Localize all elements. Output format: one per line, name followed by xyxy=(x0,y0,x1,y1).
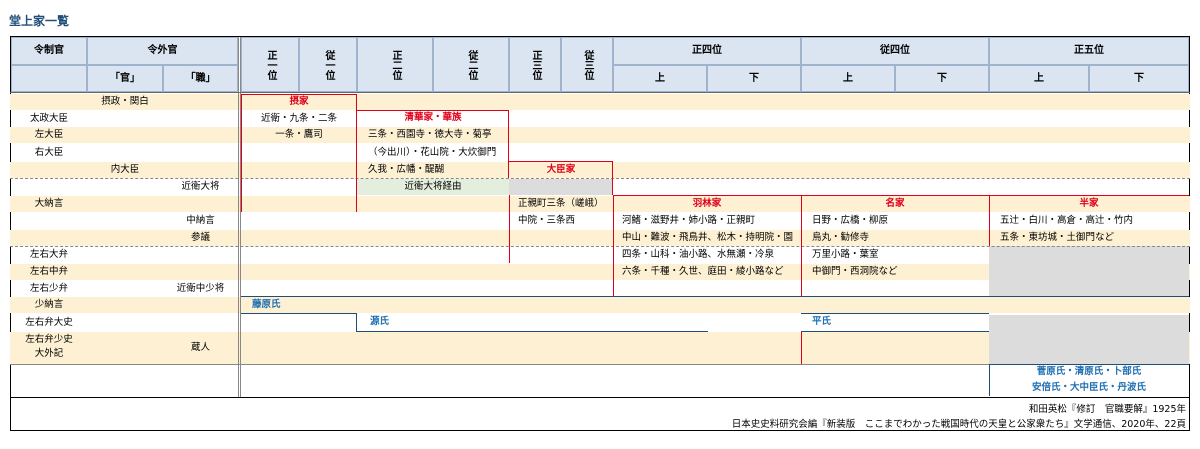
family-seiga-3: 久我・広幡・醍醐 xyxy=(368,164,445,175)
frame-bottom xyxy=(10,430,1190,431)
header-sho5-jo: 上 xyxy=(989,65,1089,92)
taira-line-bottom xyxy=(801,331,989,332)
fujiwara-line-top xyxy=(241,296,1189,297)
group-minamoto: 源氏 xyxy=(370,316,390,327)
header-sho4: 正四位 xyxy=(613,37,801,65)
source-note-2: 日本史史料研究会編『新装版 ここまでわかった戦国時代の天皇と公家衆たち』文学通信… xyxy=(731,419,1186,430)
group-meika: 名家 xyxy=(885,198,905,209)
family-daijin-2: 中院・三条西 xyxy=(518,215,576,226)
group-fujiwara: 藤原氏 xyxy=(252,299,281,310)
meika-lower-left xyxy=(801,331,802,364)
gray-area-hanke xyxy=(989,246,1189,296)
header-ryoseikan: 令制官 xyxy=(11,37,87,65)
daijin-box-left xyxy=(509,195,510,263)
family-hanke-2: 五条・東坊城・土御門など xyxy=(1000,232,1115,243)
group-others-1: 菅原氏・清原氏・卜部氏 xyxy=(1036,366,1142,377)
family-urin-1: 河鰭・滋野井・姉小路・正親町 xyxy=(622,215,756,226)
row-band xyxy=(10,127,1190,143)
label-chunagon: 中納言 xyxy=(186,215,215,226)
header-ju4: 従四位 xyxy=(801,37,989,65)
header-kan: 「官」 xyxy=(87,65,163,92)
minamoto-line-bottom xyxy=(356,331,708,332)
row-band xyxy=(10,94,1190,110)
header-ju2: 従二位 xyxy=(433,37,509,92)
gray-area-daijin xyxy=(509,179,613,195)
group-others-2: 安倍氏・大中臣氏・丹波氏 xyxy=(1031,382,1146,393)
label-dainagon: 大納言 xyxy=(34,198,64,209)
group-hanke: 半家 xyxy=(1079,198,1099,209)
group-sekke: 摂家 xyxy=(289,96,309,107)
family-seiga-1: 三条・西園寺・徳大寺・菊亭 xyxy=(368,129,492,140)
family-daijin-1: 正親町三条（嵯峨） xyxy=(518,198,604,209)
header-bottom-line xyxy=(10,92,1190,93)
header-shoku: 「職」 xyxy=(163,65,238,92)
group-taira: 平氏 xyxy=(812,316,832,327)
dashed-separator xyxy=(10,246,1190,247)
family-hanke-1: 五辻・白川・高倉・高辻・竹内 xyxy=(1000,215,1134,226)
label-konoe-chushosho: 近衛中少将 xyxy=(176,283,225,294)
fujiwara-line-bottom xyxy=(241,313,357,314)
family-taisho: 近衛大将経由 xyxy=(404,181,462,192)
family-meika-3: 万里小路・葉室 xyxy=(812,249,879,260)
label-dajo-daijin: 太政大臣 xyxy=(29,113,68,124)
label-daishi: 左右弁大史 xyxy=(25,317,73,328)
header-ju4-jo: 上 xyxy=(801,65,895,92)
header-sho4-jo: 上 xyxy=(613,65,707,92)
label-kurodo: 蔵人 xyxy=(190,342,210,353)
lower-row-line xyxy=(10,364,989,365)
family-urin-4: 六条・千種・久世、庭田・綾小路など xyxy=(622,266,784,277)
header-sho3: 正三位 xyxy=(509,37,561,92)
group-daijin: 大臣家 xyxy=(546,164,576,175)
header-ju1: 従一位 xyxy=(299,37,357,92)
header-sho4-ge: 下 xyxy=(707,65,801,92)
label-sadaijin: 左大臣 xyxy=(34,129,64,140)
family-sekke-1: 近衛・九条・二条 xyxy=(260,113,337,124)
family-urin-3: 四条・山科・油小路、水無瀬・冷泉 xyxy=(622,249,775,260)
header-ryogekan: 令外官 xyxy=(87,37,238,65)
family-sekke-2: 一条・鷹司 xyxy=(275,129,323,140)
label-sayu-chuben: 左右中弁 xyxy=(29,266,68,277)
label-sessho-kampaku: 摂政・関白 xyxy=(101,96,149,107)
family-meika-1: 日野・広橋・柳原 xyxy=(812,215,889,226)
family-urin-2: 中山・難波・飛鳥井、松木・持明院・園 xyxy=(622,232,794,243)
family-meika-2: 烏丸・勧修寺 xyxy=(812,232,870,243)
label-shonagon: 少納言 xyxy=(34,299,64,310)
minamoto-line-left xyxy=(356,313,357,331)
group-urin: 羽林家 xyxy=(692,198,722,209)
header-ju4-ge: 下 xyxy=(895,65,989,92)
header-sho5: 正五位 xyxy=(989,37,1189,65)
label-naidaijin: 内大臣 xyxy=(110,164,140,175)
label-konoe-taisho: 近衛大将 xyxy=(181,181,220,192)
header-sho1: 正一位 xyxy=(241,37,299,92)
page-title: 堂上家一覧 xyxy=(9,14,70,28)
header-ju3: 従三位 xyxy=(561,37,613,92)
label-sayu-shoben: 左右少弁 xyxy=(29,283,68,294)
group-seiga: 清華家・華族 xyxy=(404,112,462,123)
gray-area-lower xyxy=(989,315,1189,364)
label-sayu-daiben: 左右大弁 xyxy=(29,249,68,260)
row-band xyxy=(10,297,1190,313)
header-sho5-ge: 下 xyxy=(1089,65,1189,92)
family-seiga-2: （今出川）・花山院・大炊御門 xyxy=(368,147,497,158)
header-sho2: 正二位 xyxy=(357,37,433,92)
source-note-1: 和田英松『修訂 官職要解』1925年 xyxy=(1028,404,1186,415)
notes-separator xyxy=(10,397,1190,398)
label-udaijin: 右大臣 xyxy=(34,147,64,158)
family-meika-4: 中御門・西洞院など xyxy=(812,266,898,277)
label-shoshi-gaiki: 左右弁少史 大外記 xyxy=(25,334,73,359)
label-sangi: 参議 xyxy=(190,232,210,243)
header-ryoseikan-sub xyxy=(11,65,87,92)
